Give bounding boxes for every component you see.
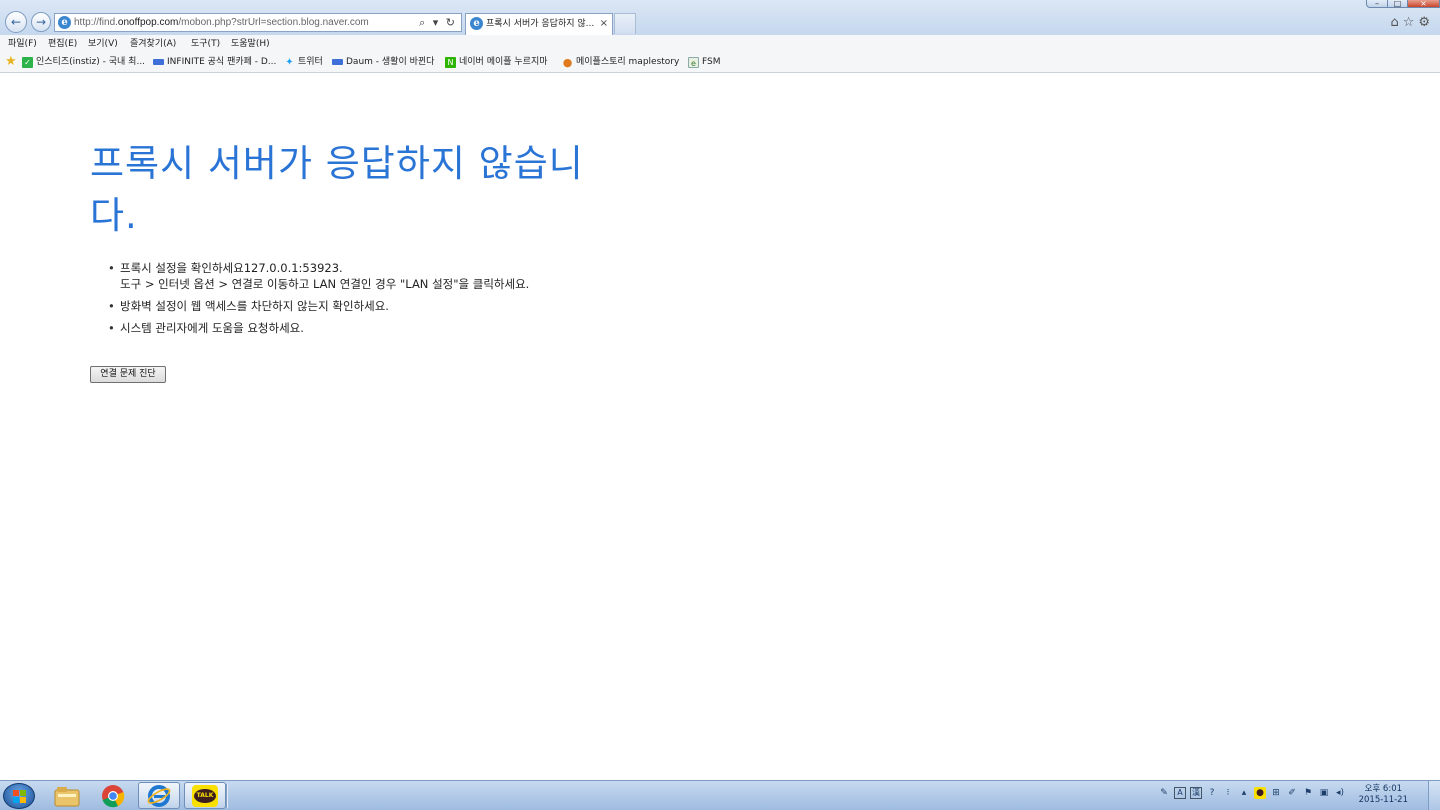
- favorite-item-naver-maple[interactable]: N 네이버 메이플 누르지마: [445, 55, 548, 69]
- favorite-label: INFINITE 공식 팬카페 - D...: [167, 57, 277, 67]
- url-suffix: /mobon.php?strUrl=section.blog.naver.com: [178, 17, 369, 28]
- tab-active[interactable]: e 프록시 서버가 응답하지 않... ×: [465, 13, 613, 35]
- menu-tools[interactable]: 도구(T): [191, 38, 220, 50]
- favorite-label: FSM: [702, 57, 721, 67]
- system-tray: ✎ A 漢 ? ⁝ ▴ ● ⊞ ✐ ⚑ ▣ ◂): [1158, 787, 1346, 799]
- folder-icon: [54, 786, 80, 806]
- network-icon[interactable]: ▣: [1318, 787, 1330, 799]
- taskbar-separator: [226, 784, 228, 808]
- favorites-bar: ★ ✓ 인스티즈(instiz) - 국내 최... INFINITE 공식 팬…: [0, 52, 1440, 73]
- taskbar-explorer[interactable]: [46, 782, 88, 809]
- network-status-icon[interactable]: ✎: [1158, 787, 1170, 799]
- close-tab-icon[interactable]: ×: [600, 17, 608, 31]
- chrome-icon: [102, 784, 125, 807]
- home-favorites-settings-icons[interactable]: ⌂☆⚙: [1390, 15, 1434, 31]
- internet-explorer-icon: [147, 784, 171, 807]
- maximize-button[interactable]: □: [1387, 0, 1408, 8]
- favorite-item-fsm[interactable]: e FSM: [688, 55, 721, 69]
- address-bar[interactable]: e http://find.onoffpop.com/mobon.php?str…: [54, 13, 462, 32]
- show-hidden-icons-icon[interactable]: ▴: [1238, 787, 1250, 799]
- url-host: onoffpop.com: [117, 17, 179, 28]
- taskbar: TALK ✎ A 漢 ? ⁝ ▴ ● ⊞ ✐ ⚑ ▣ ◂) 오후 6:01 20…: [0, 780, 1440, 810]
- suggestion-text: 시스템 관리자에게 도움을 요청하세요.: [120, 321, 304, 335]
- favorite-item-instiz[interactable]: ✓ 인스티즈(instiz) - 국내 최...: [22, 55, 145, 69]
- suggestion-text: 프록시 설정을 확인하세요127.0.0.1:53923.: [120, 261, 343, 275]
- error-suggestions-list: 프록시 설정을 확인하세요127.0.0.1:53923. 도구 > 인터넷 옵…: [108, 260, 820, 342]
- tab-title: 프록시 서버가 응답하지 않...: [486, 19, 595, 29]
- ime-hanja-icon[interactable]: 漢: [1190, 787, 1202, 799]
- start-button[interactable]: [3, 783, 35, 809]
- twitter-bird-icon: ✦: [285, 56, 294, 68]
- url-text[interactable]: http://find.onoffpop.com/mobon.php?strUr…: [74, 16, 369, 29]
- error-title: 프록시 서버가 응답하지 않습니다.: [90, 142, 584, 237]
- minimize-button[interactable]: –: [1366, 0, 1388, 8]
- new-tab-button[interactable]: [614, 13, 636, 34]
- taskbar-internet-explorer[interactable]: [138, 782, 180, 809]
- kakaotalk-icon: TALK: [192, 784, 218, 807]
- favorite-label: 트위터: [298, 57, 323, 67]
- favorite-item-maplestory[interactable]: ● 메이플스토리 maplestory: [562, 55, 680, 69]
- windows-logo-icon: [13, 790, 19, 796]
- pen-tray-icon[interactable]: ✐: [1286, 787, 1298, 799]
- taskbar-kakaotalk[interactable]: TALK: [184, 782, 226, 809]
- suggestion-text: 방화벽 설정이 웹 액세스를 차단하지 않는지 확인하세요.: [120, 299, 389, 313]
- clock-time: 오후 6:01: [1364, 784, 1403, 794]
- menu-file[interactable]: 파일(F): [8, 38, 37, 50]
- favorite-label: Daum - 생활이 바뀐다: [346, 57, 435, 67]
- favorite-item-infinite[interactable]: INFINITE 공식 팬카페 - D...: [153, 55, 276, 69]
- daum-icon: [332, 59, 343, 65]
- volume-icon[interactable]: ◂): [1334, 787, 1346, 799]
- ime-options-icon[interactable]: ⁝: [1222, 787, 1234, 799]
- favorite-item-twitter[interactable]: ✦ 트위터: [284, 55, 323, 69]
- arrow-left-icon: ←: [10, 15, 22, 29]
- show-desktop-button[interactable]: [1428, 781, 1440, 810]
- kakaotalk-label: TALK: [194, 788, 216, 803]
- list-item: 시스템 관리자에게 도움을 요청하세요.: [108, 320, 820, 336]
- back-button[interactable]: ←: [5, 11, 27, 33]
- browser-navbar: ← → e http://find.onoffpop.com/mobon.php…: [0, 0, 1440, 35]
- forward-button[interactable]: →: [31, 12, 51, 32]
- list-item: 프록시 설정을 확인하세요127.0.0.1:53923. 도구 > 인터넷 옵…: [108, 260, 820, 292]
- help-icon[interactable]: ?: [1206, 787, 1218, 799]
- ime-a-icon[interactable]: A: [1174, 787, 1186, 799]
- list-item: 방화벽 설정이 웹 액세스를 차단하지 않는지 확인하세요.: [108, 298, 820, 314]
- ie-page-icon: e: [688, 56, 699, 68]
- action-center-flag-icon[interactable]: ⚑: [1302, 787, 1314, 799]
- suggestion-text: 도구 > 인터넷 옵션 > 연결로 이동하고 LAN 연결인 경우 "LAN 설…: [120, 277, 530, 291]
- favorite-label: 메이플스토리 maplestory: [576, 57, 680, 67]
- windows-logo-piece: [13, 797, 19, 803]
- menu-view[interactable]: 보기(V): [88, 38, 118, 50]
- kakaotalk-tray-icon[interactable]: ●: [1254, 787, 1266, 799]
- windows-tray-icon[interactable]: ⊞: [1270, 787, 1282, 799]
- ie-page-icon: e: [58, 16, 71, 29]
- clock-date: 2015-11-21: [1358, 795, 1408, 805]
- search-refresh-icons[interactable]: ⌕ ▾ ↻: [419, 15, 457, 30]
- menu-bar: 파일(F) 편집(E) 보기(V) 즐겨찾기(A) 도구(T) 도움말(H): [0, 35, 1440, 52]
- maplestory-icon: ●: [562, 55, 573, 69]
- favorite-item-daum[interactable]: Daum - 생활이 바뀐다: [332, 55, 434, 69]
- favorite-label: 인스티즈(instiz) - 국내 최...: [36, 57, 146, 67]
- taskbar-chrome[interactable]: [92, 782, 134, 809]
- clock[interactable]: 오후 6:01 2015-11-21: [1359, 784, 1408, 806]
- close-window-button[interactable]: ×: [1407, 0, 1440, 8]
- instiz-icon: ✓: [22, 56, 33, 68]
- windows-logo-piece: [20, 797, 26, 803]
- arrow-right-icon: →: [35, 15, 47, 29]
- favorite-label: 네이버 메이플 누르지마: [459, 57, 548, 67]
- naver-icon: N: [445, 56, 456, 68]
- windows-logo-piece: [20, 790, 26, 796]
- diagnose-connection-button[interactable]: 연결 문제 진단: [90, 366, 166, 383]
- add-favorite-star-icon[interactable]: ★: [5, 55, 17, 69]
- menu-help[interactable]: 도움말(H): [231, 38, 270, 50]
- daum-cafe-icon: [153, 59, 164, 65]
- url-prefix: http://find.: [74, 17, 118, 28]
- ie-page-icon: e: [470, 17, 483, 30]
- menu-edit[interactable]: 편집(E): [48, 38, 77, 50]
- menu-favorites[interactable]: 즐겨찾기(A): [130, 38, 176, 50]
